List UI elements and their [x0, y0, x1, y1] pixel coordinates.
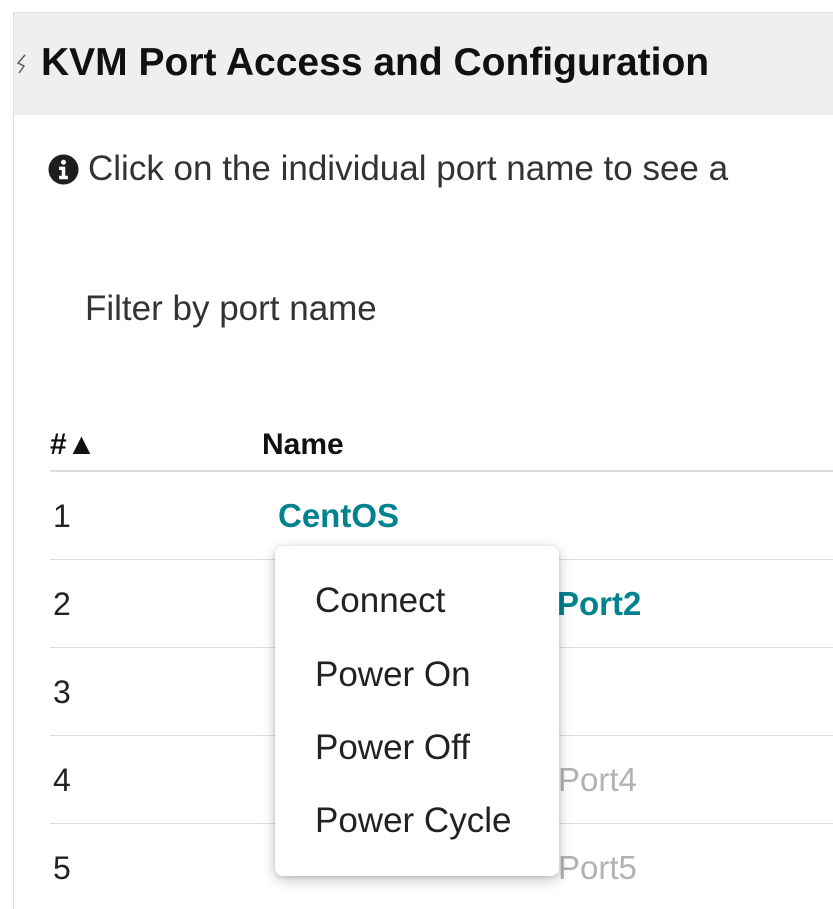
info-circle-icon: [48, 153, 79, 185]
menu-item-power-off[interactable]: Power Off: [315, 721, 470, 775]
info-message: Click on the individual port name to see…: [48, 146, 728, 192]
kvm-port-page: KVM Port Access and Configuration Click …: [0, 0, 833, 909]
row-number: 2: [53, 586, 71, 622]
column-header-name[interactable]: Name: [262, 420, 344, 470]
row-number: 4: [53, 762, 71, 798]
menu-item-power-on[interactable]: Power On: [315, 648, 471, 702]
port-actions-menu: Connect Power On Power Off Power Cycle: [275, 546, 559, 876]
filter-by-port-name-input[interactable]: [70, 282, 585, 336]
page-title: KVM Port Access and Configuration: [41, 41, 710, 84]
panel-header: KVM Port Access and Configuration: [14, 13, 833, 115]
menu-item-power-cycle[interactable]: Power Cycle: [315, 794, 511, 848]
port-name-link[interactable]: Port5: [558, 824, 637, 909]
collapse-icon[interactable]: [16, 53, 30, 75]
port-name-link[interactable]: Port2: [557, 560, 641, 648]
panel-left-border: [13, 12, 14, 909]
row-number: 3: [53, 674, 71, 710]
row-number: 1: [53, 498, 71, 534]
info-text: Click on the individual port name to see…: [88, 149, 729, 188]
port-name-link[interactable]: Port4: [558, 736, 637, 824]
row-number: 5: [53, 850, 71, 886]
menu-item-connect[interactable]: Connect: [315, 574, 445, 628]
column-header-number-sort[interactable]: #▲: [50, 420, 96, 470]
